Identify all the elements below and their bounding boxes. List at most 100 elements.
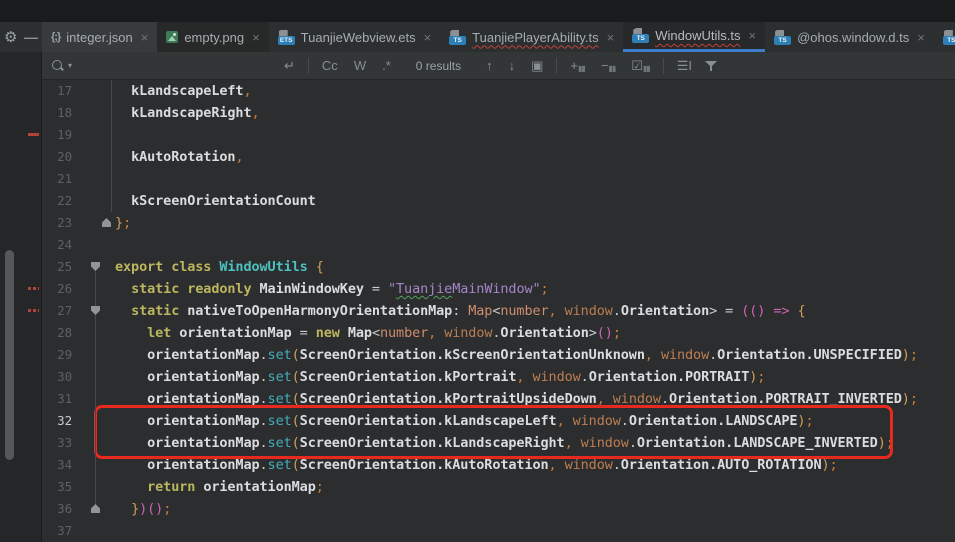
code-line-18: 18 kLandscapeRight, (42, 102, 955, 124)
line-number[interactable]: 31 (42, 388, 72, 410)
change-marker (28, 309, 39, 312)
code-text[interactable]: static readonly MainWindowKey = "Tuanjie… (115, 281, 549, 297)
code-line-24: 24 (42, 234, 955, 256)
match-case-button[interactable]: Cc (319, 57, 341, 74)
filter-icon[interactable] (705, 60, 718, 72)
code-text[interactable]: kAutoRotation, (115, 149, 243, 165)
add-occurrence-icon[interactable]: +▮▮ (567, 57, 587, 74)
gear-icon[interactable]: ⚙ (4, 28, 17, 46)
divider (663, 58, 664, 74)
left-scrollbar-thumb[interactable] (5, 250, 14, 460)
ts-file-icon: TS (943, 30, 955, 45)
line-number[interactable]: 32 (42, 410, 72, 432)
tab-label: WindowUtils.ts (655, 28, 740, 43)
find-bar: ▾ ↵ Cc W .* 0 results ↑ ↓ ▣ +▮▮ −▮▮ ☑▮▮ … (42, 52, 955, 80)
code-line-29: 29 orientationMap.set(ScreenOrientation.… (42, 344, 955, 366)
code-line-26: 26 static readonly MainWindowKey = "Tuan… (42, 278, 955, 300)
close-icon[interactable]: × (141, 30, 149, 45)
line-number[interactable]: 22 (42, 190, 72, 212)
tab-label: integer.json (66, 30, 133, 45)
line-number[interactable]: 23 (42, 212, 72, 234)
code-text[interactable]: orientationMap.set(ScreenOrientation.kAu… (115, 457, 838, 473)
line-number[interactable]: 19 (42, 124, 72, 146)
indent-guide (95, 269, 96, 507)
code-line-35: 35 return orientationMap; (42, 476, 955, 498)
line-number[interactable]: 20 (42, 146, 72, 168)
line-number[interactable]: 18 (42, 102, 72, 124)
multiline-search-icon[interactable]: ↵ (281, 57, 298, 75)
line-number[interactable]: 24 (42, 234, 72, 256)
code-text[interactable]: orientationMap.set(ScreenOrientation.kPo… (115, 369, 765, 385)
code-text[interactable]: orientationMap.set(ScreenOrientation.kPo… (115, 391, 918, 407)
close-icon[interactable]: × (748, 28, 756, 43)
image-file-icon (166, 31, 178, 43)
tab-empty.png[interactable]: empty.png × (157, 22, 268, 52)
line-number[interactable]: 33 (42, 432, 72, 454)
line-number[interactable]: 28 (42, 322, 72, 344)
code-line-27: 27 static nativeToOpenHarmonyOrientation… (42, 300, 955, 322)
close-icon[interactable]: × (252, 30, 260, 45)
line-number[interactable]: 26 (42, 278, 72, 300)
tab-label: empty.png (184, 30, 244, 45)
search-history-caret-icon[interactable]: ▾ (68, 61, 72, 70)
tab-TuanjieMainWorker.ts[interactable]: TSTuanjieMainWorker.ts (934, 22, 955, 52)
hide-tabs-icon[interactable]: — (24, 29, 38, 45)
close-icon[interactable]: × (607, 30, 615, 45)
line-number[interactable]: 25 (42, 256, 72, 278)
search-icon[interactable] (52, 60, 64, 72)
left-panel-strip (0, 52, 42, 542)
line-number[interactable]: 34 (42, 454, 72, 476)
code-text[interactable]: kLandscapeRight, (115, 105, 260, 121)
code-line-37: 37 (42, 520, 955, 542)
line-number[interactable]: 36 (42, 498, 72, 520)
remove-occurrence-icon[interactable]: −▮▮ (598, 57, 618, 74)
tab-@ohos.window.d.ts[interactable]: TS@ohos.window.d.ts× (765, 22, 934, 52)
code-line-23: 23}; (42, 212, 955, 234)
line-number[interactable]: 30 (42, 366, 72, 388)
code-line-28: 28 let orientationMap = new Map<number, … (42, 322, 955, 344)
code-text[interactable]: orientationMap.set(ScreenOrientation.kLa… (115, 413, 813, 429)
code-editor[interactable]: 17 kLandscapeLeft,18 kLandscapeRight,192… (42, 80, 955, 542)
select-all-occurrences-icon[interactable]: ☑▮▮ (628, 57, 652, 75)
title-bar (0, 0, 955, 22)
indent-guide (111, 80, 112, 212)
code-text[interactable]: orientationMap.set(ScreenOrientation.kSc… (115, 347, 918, 363)
line-number[interactable]: 37 (42, 520, 72, 542)
code-line-22: 22 kScreenOrientationCount (42, 190, 955, 212)
divider (308, 58, 309, 74)
search-input[interactable] (82, 55, 271, 77)
code-text[interactable]: })(); (115, 501, 171, 517)
previous-occurrence-icon[interactable]: ↑ (483, 57, 496, 74)
line-number[interactable]: 35 (42, 476, 72, 498)
regex-button[interactable]: .* (379, 57, 394, 74)
code-text[interactable]: static nativeToOpenHarmonyOrientationMap… (115, 303, 806, 319)
code-line-33: 33 orientationMap.set(ScreenOrientation.… (42, 432, 955, 454)
tab-TuanjieWebview.ets[interactable]: ETSTuanjieWebview.ets× (269, 22, 441, 52)
code-text[interactable]: let orientationMap = new Map<number, win… (115, 325, 621, 341)
tab-bar: ⚙ — {;}integer.json×empty.png×ETSTuanjie… (0, 22, 955, 52)
close-icon[interactable]: × (917, 30, 925, 45)
ets-file-icon: ETS (278, 30, 295, 45)
line-number[interactable]: 27 (42, 300, 72, 322)
line-number[interactable]: 29 (42, 344, 72, 366)
code-line-19: 19 (42, 124, 955, 146)
code-text[interactable]: kScreenOrientationCount (115, 193, 316, 209)
code-text[interactable]: orientationMap.set(ScreenOrientation.kLa… (115, 435, 894, 451)
code-text[interactable]: export class WindowUtils { (115, 259, 324, 275)
tab-WindowUtils.ts[interactable]: TSWindowUtils.ts× (623, 22, 765, 52)
ts-file-icon: TS (774, 30, 791, 45)
find-all-icon[interactable]: ▣ (528, 57, 546, 75)
search-in-selection-icon[interactable]: ☰I (674, 57, 695, 75)
line-number[interactable]: 21 (42, 168, 72, 190)
ide-window: ⚙ — {;}integer.json×empty.png×ETSTuanjie… (0, 0, 955, 542)
code-text[interactable]: return orientationMap; (115, 479, 324, 495)
close-icon[interactable]: × (424, 30, 432, 45)
tab-TuanjiePlayerAbility.ts[interactable]: TSTuanjiePlayerAbility.ts× (440, 22, 623, 52)
line-number[interactable]: 17 (42, 80, 72, 102)
tab-integer.json[interactable]: {;}integer.json× (42, 22, 157, 52)
code-text[interactable]: }; (115, 215, 131, 231)
code-line-31: 31 orientationMap.set(ScreenOrientation.… (42, 388, 955, 410)
whole-words-button[interactable]: W (351, 57, 369, 74)
code-text[interactable]: kLandscapeLeft, (115, 83, 251, 99)
next-occurrence-icon[interactable]: ↓ (506, 57, 519, 74)
